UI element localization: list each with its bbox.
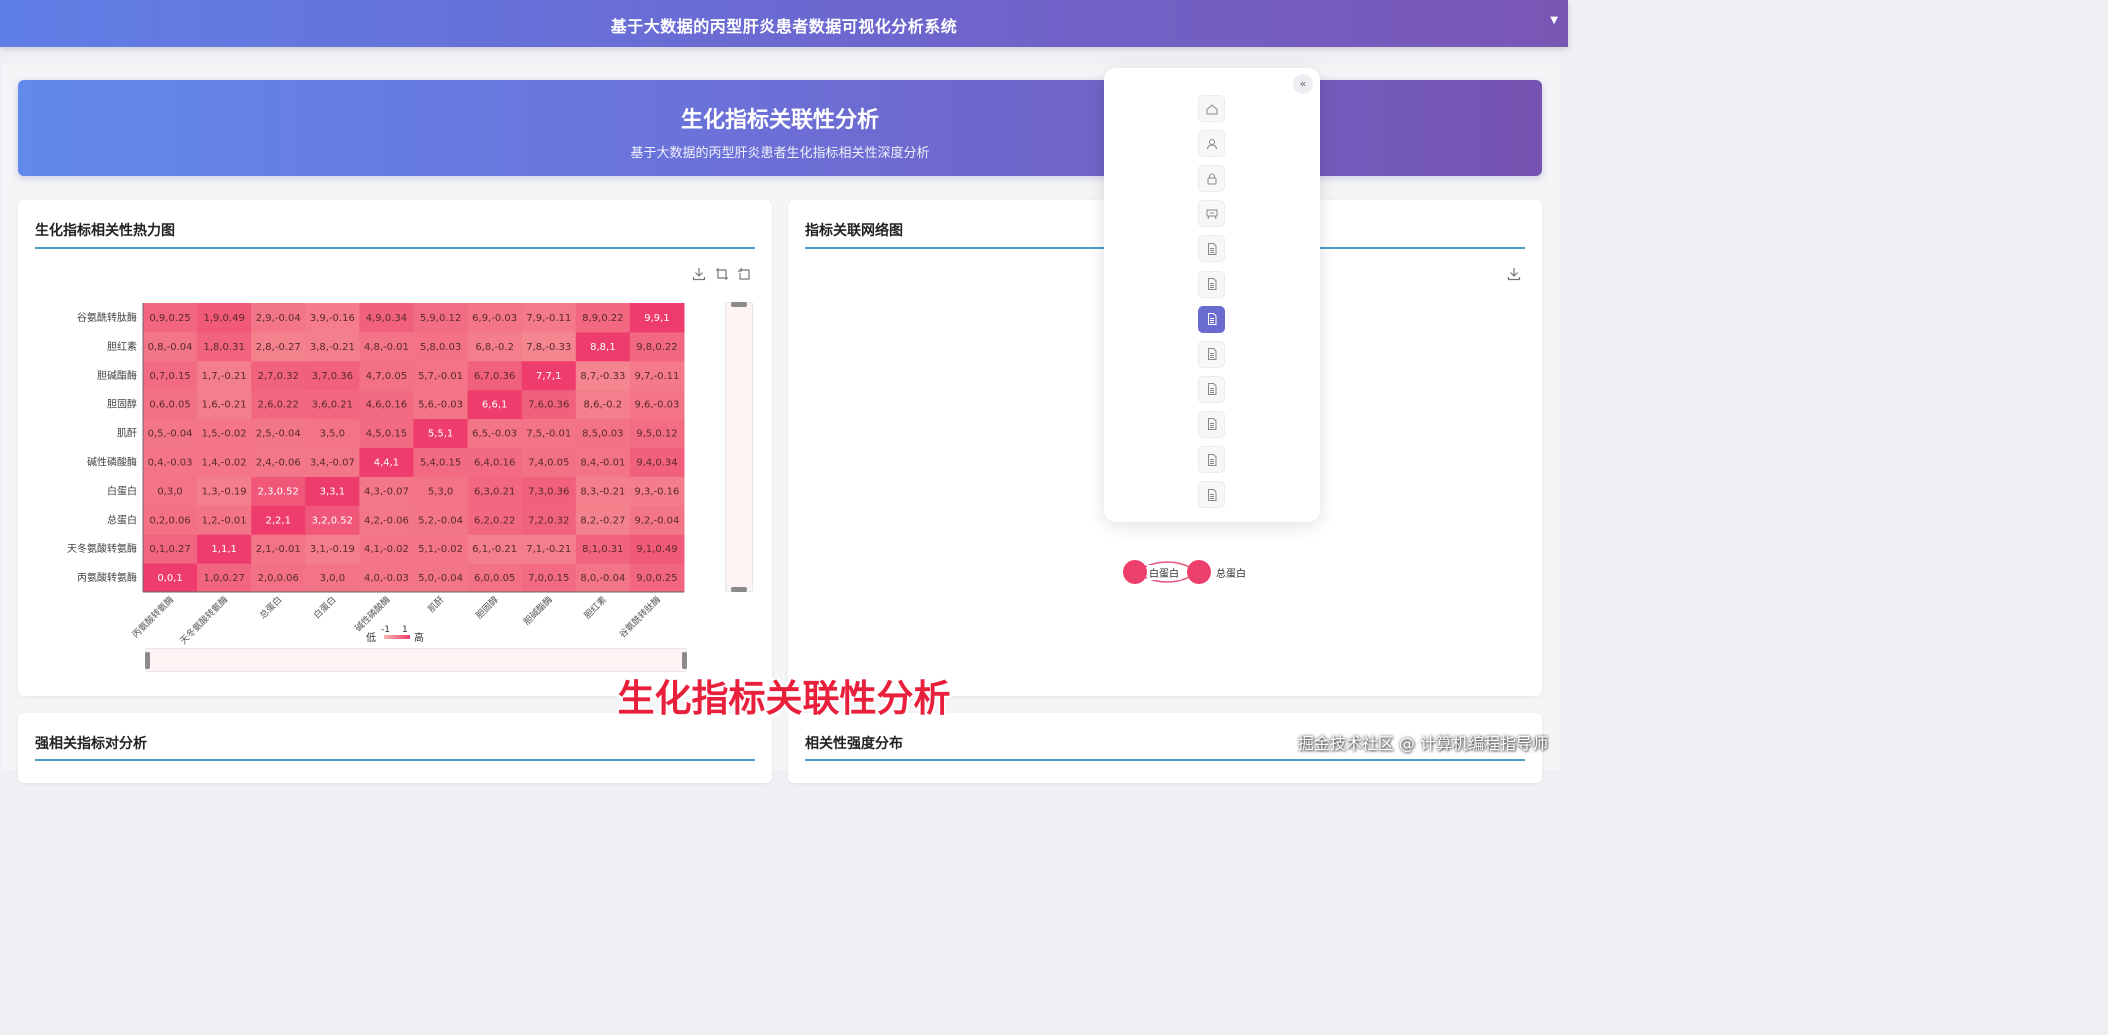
document-icon: [1205, 242, 1219, 256]
download-icon[interactable]: [1507, 267, 1521, 281]
visualmap-high-label: 高: [414, 633, 424, 644]
presentation-icon: [1205, 207, 1219, 221]
menu-item-document-icon[interactable]: [1198, 305, 1225, 333]
top-app-bar: 基于大数据的丙型肝炎患者数据可视化分析系统 ▼: [0, 0, 1568, 47]
floating-nav-menu: «: [1104, 68, 1320, 522]
strong-pairs-card-title: 强相关指标对分析: [35, 736, 147, 752]
slider-handle-left[interactable]: [145, 652, 150, 669]
menu-item-home-icon[interactable]: [1198, 95, 1225, 122]
menu-item-presentation-icon[interactable]: [1198, 200, 1225, 228]
distribution-card-title: 相关性强度分布: [805, 736, 903, 752]
document-icon: [1205, 347, 1219, 361]
menu-item-document-icon[interactable]: [1198, 446, 1225, 473]
document-icon: [1205, 382, 1219, 396]
home-icon: [1205, 102, 1219, 116]
visualmap-low-label: 低: [366, 633, 376, 644]
slider-handle-right[interactable]: [682, 652, 687, 669]
video-caption: 生化指标关联性分析: [617, 677, 951, 720]
user-icon: [1205, 137, 1219, 151]
menu-item-document-icon[interactable]: [1198, 340, 1225, 368]
document-icon: [1205, 417, 1219, 431]
menu-item-lock-icon[interactable]: [1198, 165, 1225, 193]
card-title-divider: [805, 759, 1525, 761]
document-icon: [1205, 277, 1219, 291]
visualmap-legend: 低 -1 1 高: [366, 625, 428, 644]
network-node-label: 白蛋白: [1147, 565, 1181, 580]
network-card-title: 指标关联网络图: [805, 223, 903, 239]
menu-item-document-icon[interactable]: [1198, 270, 1225, 298]
network-node-label: 总蛋白: [1216, 569, 1246, 580]
document-icon: [1205, 312, 1219, 326]
download-icon[interactable]: [692, 267, 706, 281]
menu-item-document-icon[interactable]: [1198, 235, 1225, 263]
lock-icon: [1205, 172, 1219, 186]
chevron-down-icon[interactable]: ▼: [1550, 15, 1558, 26]
menu-item-document-icon[interactable]: [1198, 481, 1225, 509]
menu-item-user-icon[interactable]: [1198, 130, 1225, 158]
zoom-reset-icon[interactable]: [737, 267, 751, 281]
slider-handle-top[interactable]: [731, 302, 747, 307]
document-icon: [1205, 488, 1219, 502]
document-icon: [1205, 453, 1219, 467]
card-title-divider: [35, 247, 755, 249]
collapse-menu-button[interactable]: «: [1293, 74, 1313, 94]
visualmap-gradient-bar[interactable]: [384, 635, 410, 639]
heatmap-card: 生化指标相关性热力图: [18, 200, 772, 696]
visualmap-max-label: 1: [402, 625, 408, 635]
slider-handle-bottom[interactable]: [731, 587, 747, 592]
visualmap-min-label: -1: [381, 625, 390, 635]
app-title: 基于大数据的丙型肝炎患者数据可视化分析系统: [610, 17, 958, 36]
heatmap-card-title: 生化指标相关性热力图: [35, 223, 175, 239]
card-title-divider: [35, 759, 755, 761]
watermark-text: 掘金技术社区 @ 计算机编程指导师: [1297, 734, 1548, 753]
strong-pairs-card: 强相关指标对分析: [18, 713, 772, 783]
vertical-datazoom-slider[interactable]: [725, 302, 753, 592]
menu-item-document-icon[interactable]: [1198, 375, 1225, 403]
data-zoom-icon[interactable]: [715, 267, 729, 281]
menu-item-document-icon[interactable]: [1198, 410, 1225, 438]
